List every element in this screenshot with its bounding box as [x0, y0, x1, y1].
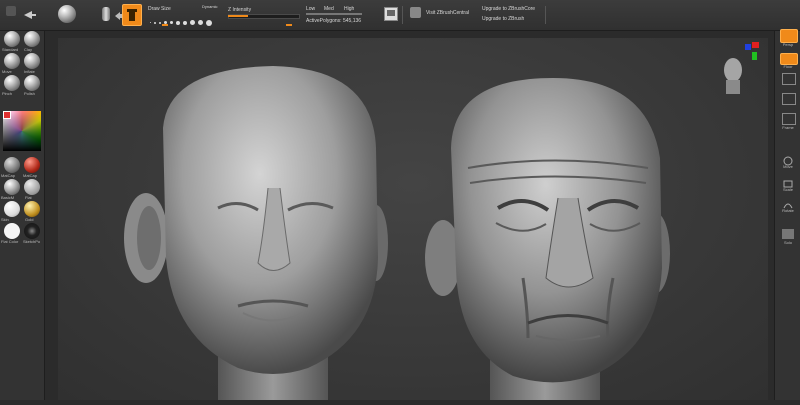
rotate-icon[interactable]	[782, 197, 794, 209]
right-shelf: Persp Floor Frame Move Scale Rotate Solo	[774, 29, 800, 400]
matcap-red-icon[interactable]	[24, 157, 40, 173]
top-toolbar: Draw Size Dynamic Z Intensity Low Med Hi…	[0, 0, 800, 44]
sketch-material-icon[interactable]	[24, 223, 40, 239]
brush-label: Move	[2, 69, 12, 74]
draw-size-marker	[162, 24, 168, 26]
upgrade-core-link[interactable]: Upgrade to ZBrushCore	[482, 6, 535, 12]
toolbar-divider	[402, 6, 403, 24]
polish-brush-icon[interactable]	[24, 75, 40, 91]
frame-label: Frame	[782, 125, 794, 130]
move-icon[interactable]	[782, 153, 794, 166]
grid-icon[interactable]	[782, 73, 796, 85]
draw-size-label: Draw Size	[148, 6, 171, 12]
persp-button[interactable]	[780, 29, 798, 43]
low-label[interactable]: Low	[306, 6, 315, 12]
material-label: MatCap	[1, 173, 16, 178]
material-label: Flat	[25, 195, 32, 200]
left-shelf: Standard Clay Move Inflate Pinch Polish …	[0, 31, 45, 400]
standard-brush-icon[interactable]	[4, 31, 20, 47]
z-intensity-label: Z Intensity	[228, 7, 252, 13]
clay-brush-icon[interactable]	[24, 31, 40, 47]
flat-material-icon[interactable]	[24, 179, 40, 195]
arrow-icon[interactable]	[22, 7, 38, 19]
move-brush-icon[interactable]	[4, 53, 20, 69]
scale-label: Scale	[782, 187, 793, 192]
move-label: Move	[783, 164, 793, 169]
solo-icon[interactable]	[782, 229, 794, 239]
upgrade-zbrush-link[interactable]: Upgrade to ZBrush	[482, 16, 524, 22]
frame-icon[interactable]	[782, 113, 796, 125]
high-label[interactable]: High	[344, 6, 354, 12]
axis-gizmo[interactable]	[742, 40, 762, 62]
gold-material-icon[interactable]	[24, 201, 40, 217]
navigation-thumbnail[interactable]	[724, 58, 742, 94]
skin-material-icon[interactable]	[4, 201, 20, 217]
med-label[interactable]: Med	[324, 6, 334, 12]
zbrush-logo-icon[interactable]	[410, 7, 421, 18]
material-label: SketchPo	[23, 239, 41, 244]
material-label: Gold	[25, 217, 34, 222]
zplugin-icon[interactable]	[6, 6, 16, 16]
rotate-label: Rotate	[782, 208, 794, 213]
active-polygons-readout: ActivePolygons: 545,136	[306, 18, 362, 24]
primary-color-swatch[interactable]	[3, 111, 11, 119]
document-icon[interactable]	[384, 7, 398, 21]
layers-icon[interactable]	[782, 93, 796, 105]
visit-zbrushcentral-link[interactable]: Visit ZBrushCentral	[426, 10, 469, 16]
z-intensity-slider[interactable]	[228, 14, 300, 20]
flat-color-swatch[interactable]	[4, 223, 20, 239]
draw-mode-button[interactable]	[122, 4, 142, 26]
brush-label: Polish	[24, 91, 35, 96]
brush-label: Clay	[24, 47, 33, 52]
inflate-brush-icon[interactable]	[24, 53, 40, 69]
z-intensity-marker	[286, 24, 292, 26]
material-label: Skin	[1, 217, 9, 222]
smooth-head-model[interactable]	[124, 66, 388, 405]
sculpt-scene	[124, 58, 742, 405]
basic-material-icon[interactable]	[4, 179, 20, 195]
persp-label: Persp	[782, 42, 794, 47]
detailed-old-head-model[interactable]	[425, 78, 670, 405]
draw-size-slider[interactable]	[150, 14, 220, 44]
sphere-tool-icon[interactable]	[58, 5, 76, 23]
viewport-canvas[interactable]	[58, 38, 768, 405]
material-label: BasicM	[1, 195, 15, 200]
brush-icon	[127, 9, 137, 21]
brush-label: Pinch	[2, 91, 13, 96]
solo-label: Solo	[783, 240, 792, 245]
scale-icon[interactable]	[782, 176, 794, 188]
floor-label: Floor	[783, 64, 793, 69]
matcap-gray-icon[interactable]	[4, 157, 20, 173]
toolbar-divider-2	[545, 6, 546, 24]
brush-label: Standard	[2, 47, 19, 52]
cylinder-icon[interactable]	[102, 7, 110, 21]
brush-label: Inflate	[24, 69, 35, 74]
pinch-brush-icon[interactable]	[4, 75, 20, 91]
dynamic-label: Dynamic	[202, 4, 218, 9]
quality-slider[interactable]	[306, 13, 362, 15]
material-label: Flat Color	[1, 239, 19, 244]
material-label: MatCap	[23, 173, 38, 178]
